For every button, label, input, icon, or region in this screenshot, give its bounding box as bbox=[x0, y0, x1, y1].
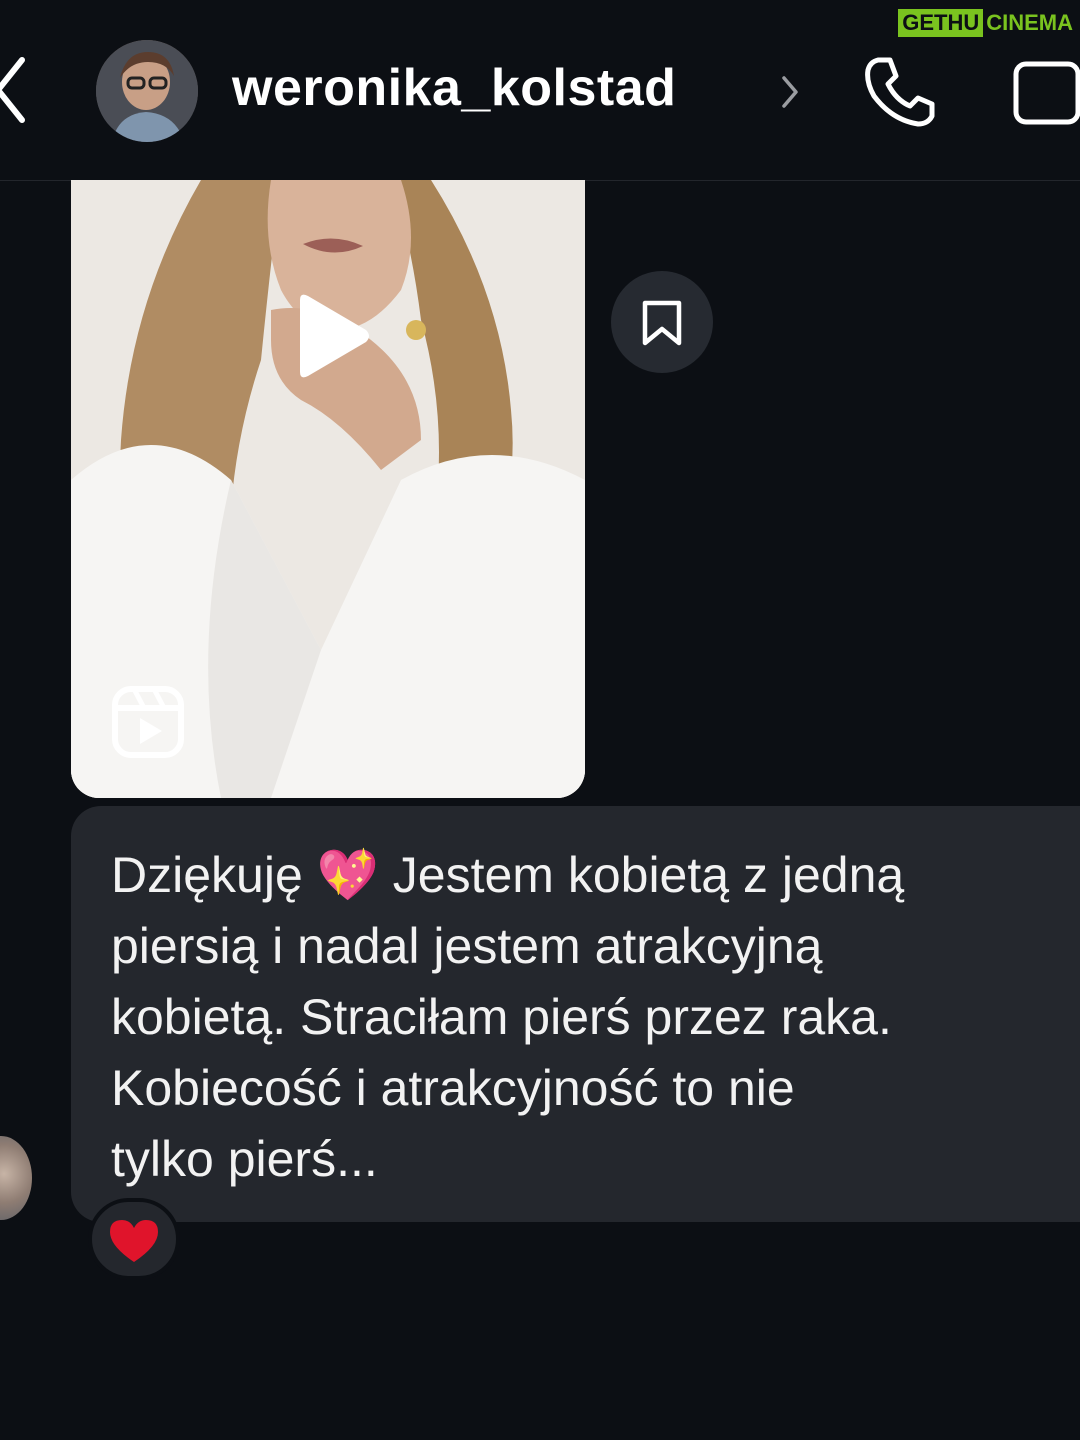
message-line: piersią i nadal jestem atrakcyjną bbox=[111, 918, 823, 974]
back-button[interactable] bbox=[0, 54, 36, 126]
video-call-button[interactable] bbox=[1012, 60, 1080, 126]
brand-watermark: GETHU CINEMA bbox=[898, 8, 1076, 38]
message-line: Dziękuję 💖 Jestem kobietą z jedną bbox=[111, 847, 905, 903]
watermark-part1: GETHU bbox=[898, 9, 984, 37]
shared-reel-thumbnail[interactable] bbox=[71, 180, 585, 798]
audio-call-button[interactable] bbox=[862, 54, 938, 130]
play-button[interactable] bbox=[288, 292, 372, 380]
chevron-left-icon bbox=[0, 57, 25, 123]
message-line: kobietą. Straciłam pierś przez raka. bbox=[111, 989, 892, 1045]
heart-icon bbox=[110, 1220, 158, 1262]
profile-chevron[interactable] bbox=[778, 72, 802, 112]
bookmark-icon bbox=[642, 300, 682, 346]
reels-icon bbox=[112, 686, 184, 758]
save-button[interactable] bbox=[611, 271, 713, 373]
message-bubble[interactable]: Dziękuję 💖 Jestem kobietą z jedną piersi… bbox=[71, 806, 1080, 1222]
avatar-image bbox=[96, 40, 198, 142]
chevron-right-icon bbox=[782, 76, 798, 108]
message-line: tylko pierś... bbox=[111, 1131, 378, 1187]
reels-badge bbox=[112, 686, 184, 758]
chat-header: weronika_kolstad GETHU CINEMA bbox=[0, 0, 1080, 181]
phone-icon bbox=[865, 57, 935, 127]
message-line: Kobiecość i atrakcyjność to nie bbox=[111, 1060, 795, 1116]
chat-screen: weronika_kolstad GETHU CINEMA Dziękuję 💖… bbox=[0, 0, 1080, 1440]
chat-username[interactable]: weronika_kolstad bbox=[232, 58, 676, 118]
heart-reaction[interactable] bbox=[88, 1198, 180, 1280]
video-camera-icon bbox=[1013, 61, 1080, 125]
play-icon bbox=[300, 294, 369, 378]
avatar[interactable] bbox=[96, 40, 198, 142]
sender-avatar[interactable] bbox=[0, 1136, 32, 1220]
watermark-part2: CINEMA bbox=[983, 9, 1076, 37]
